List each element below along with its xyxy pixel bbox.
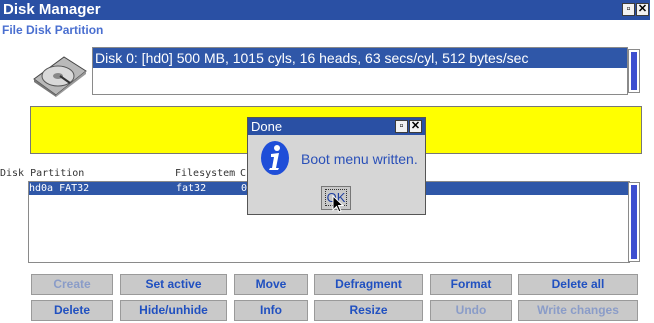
header-c: C	[240, 168, 247, 179]
hide-unhide-button[interactable]: Hide/unhide	[120, 300, 227, 321]
disk-list-scrollbar[interactable]	[628, 49, 640, 93]
create-button[interactable]: Create	[31, 274, 113, 295]
close-button[interactable]: ✕	[636, 3, 649, 16]
header-filesystem: Filesystem	[175, 168, 236, 179]
menu-bar[interactable]: File Disk Partition	[2, 23, 103, 37]
title-bar[interactable]: Disk Manager ▫ ✕	[0, 0, 650, 20]
dialog-maximize-button[interactable]: ▫	[395, 120, 408, 133]
info-icon	[261, 141, 289, 175]
delete-all-button[interactable]: Delete all	[518, 274, 638, 295]
dialog-close-button[interactable]: ✕	[409, 120, 422, 133]
header-disk-partition: Disk Partition	[0, 168, 85, 179]
dialog-title: Done	[251, 119, 283, 134]
undo-button[interactable]: Undo	[430, 300, 512, 321]
maximize-button[interactable]: ▫	[622, 3, 635, 16]
resize-button[interactable]: Resize	[314, 300, 423, 321]
move-button[interactable]: Move	[234, 274, 308, 295]
cell-filesystem: fat32	[176, 183, 207, 194]
write-changes-button[interactable]: Write changes	[518, 300, 638, 321]
disk-list[interactable]: Disk 0: [hd0] 500 MB, 1015 cyls, 16 head…	[92, 47, 628, 95]
dialog-title-bar[interactable]: Done ▫ ✕	[248, 118, 425, 135]
cell-partition: hd0a FAT32	[29, 183, 90, 194]
partition-scrollbar[interactable]	[628, 182, 640, 262]
defragment-button[interactable]: Defragment	[314, 274, 423, 295]
format-button[interactable]: Format	[430, 274, 512, 295]
delete-button[interactable]: Delete	[31, 300, 113, 321]
info-button[interactable]: Info	[234, 300, 308, 321]
hard-disk-icon	[33, 56, 87, 97]
disk-row[interactable]: Disk 0: [hd0] 500 MB, 1015 cyls, 16 head…	[93, 48, 627, 68]
mouse-pointer-icon	[332, 195, 345, 213]
set-active-button[interactable]: Set active	[120, 274, 227, 295]
window-title: Disk Manager	[3, 1, 101, 18]
dialog-message: Boot menu written.	[301, 151, 418, 167]
